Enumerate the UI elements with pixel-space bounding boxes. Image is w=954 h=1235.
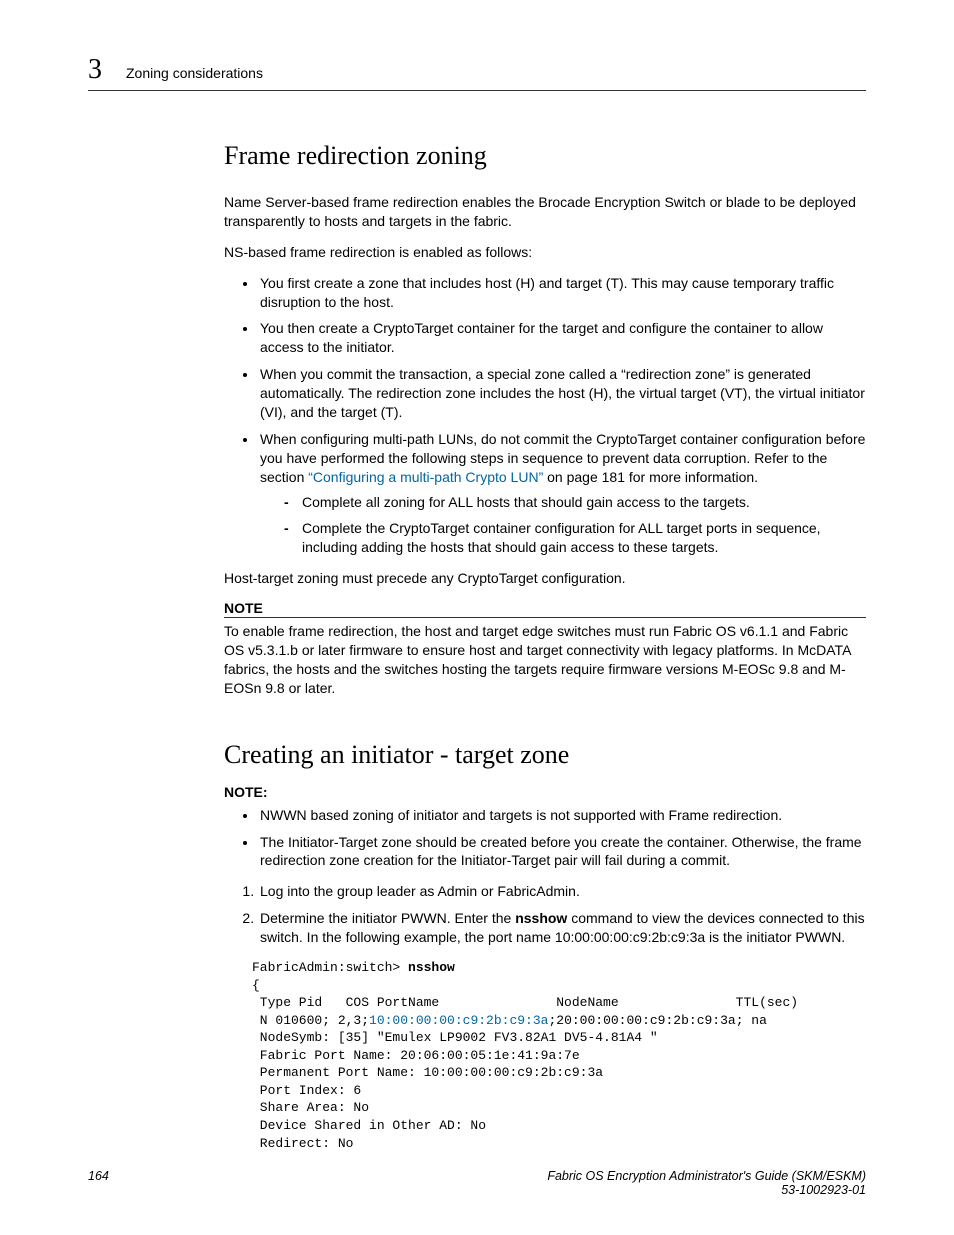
list-item: When you commit the transaction, a speci… — [258, 365, 866, 422]
code-line: Share Area: No — [252, 1100, 369, 1115]
text: Determine the initiator PWWN. Enter the — [260, 910, 515, 926]
doc-number: 53-1002923-01 — [781, 1183, 866, 1197]
list-item: Complete all zoning for ALL hosts that s… — [284, 493, 866, 512]
code-command: nsshow — [408, 960, 455, 975]
code-line: Type Pid COS PortName NodeName TTL(sec) — [252, 995, 798, 1010]
running-title: Zoning considerations — [126, 65, 263, 81]
note-body: To enable frame redirection, the host an… — [224, 622, 866, 698]
list-item: You first create a zone that includes ho… — [258, 274, 866, 312]
code-line: ;20:00:00:00:c9:2b:c9:3a; na — [548, 1013, 766, 1028]
doc-title: Fabric OS Encryption Administrator's Gui… — [547, 1169, 866, 1183]
text: on page 181 for more information. — [543, 469, 758, 485]
page: 3 Zoning considerations Frame redirectio… — [0, 0, 954, 1235]
code-line: N 010600; 2,3; — [252, 1013, 369, 1028]
command-name: nsshow — [515, 910, 567, 926]
code-line: Permanent Port Name: 10:00:00:00:c9:2b:c… — [252, 1065, 603, 1080]
list-item: The Initiator-Target zone should be crea… — [258, 833, 866, 871]
section-heading-initiator-target-zone: Creating an initiator - target zone — [224, 740, 866, 770]
bullet-list: You first create a zone that includes ho… — [224, 274, 866, 558]
code-line: NodeSymb: [35] "Emulex LP9002 FV3.82A1 D… — [252, 1030, 658, 1045]
page-footer: 164 Fabric OS Encryption Administrator's… — [88, 1169, 866, 1197]
page-header: 3 Zoning considerations — [88, 56, 866, 91]
page-number: 164 — [88, 1169, 109, 1197]
code-line: Fabric Port Name: 20:06:00:05:1e:41:9a:7… — [252, 1048, 580, 1063]
code-highlight: 10:00:00:00:c9:2b:c9:3a — [369, 1013, 548, 1028]
code-line: Redirect: No — [252, 1136, 353, 1151]
paragraph: NS-based frame redirection is enabled as… — [224, 243, 866, 262]
note-label: NOTE: — [224, 784, 866, 800]
code-line: Port Index: 6 — [252, 1083, 361, 1098]
code-block: FabricAdmin:switch> nsshow { Type Pid CO… — [252, 959, 866, 1152]
sub-list: Complete all zoning for ALL hosts that s… — [260, 493, 866, 558]
paragraph: Host-target zoning must precede any Cryp… — [224, 569, 866, 588]
list-item: Determine the initiator PWWN. Enter the … — [258, 909, 866, 947]
list-item: Complete the CryptoTarget container conf… — [284, 519, 866, 557]
code-line: Device Shared in Other AD: No — [252, 1118, 486, 1133]
paragraph: Name Server-based frame redirection enab… — [224, 193, 866, 231]
list-item: You then create a CryptoTarget container… — [258, 319, 866, 357]
section-heading-frame-redirection: Frame redirection zoning — [224, 141, 866, 171]
note-bullet-list: NWWN based zoning of initiator and targe… — [224, 806, 866, 871]
list-item: Log into the group leader as Admin or Fa… — [258, 882, 866, 901]
code-line: { — [252, 978, 260, 993]
list-item: When configuring multi-path LUNs, do not… — [258, 430, 866, 557]
note-heading: NOTE — [224, 600, 866, 618]
list-item: NWWN based zoning of initiator and targe… — [258, 806, 866, 825]
code-prompt: FabricAdmin:switch> — [252, 960, 408, 975]
content-body: Frame redirection zoning Name Server-bas… — [224, 141, 866, 1152]
cross-reference-link[interactable]: “Configuring a multi-path Crypto LUN” — [308, 469, 543, 485]
step-list: Log into the group leader as Admin or Fa… — [224, 882, 866, 947]
footer-doc-info: Fabric OS Encryption Administrator's Gui… — [547, 1169, 866, 1197]
chapter-number: 3 — [88, 56, 102, 84]
